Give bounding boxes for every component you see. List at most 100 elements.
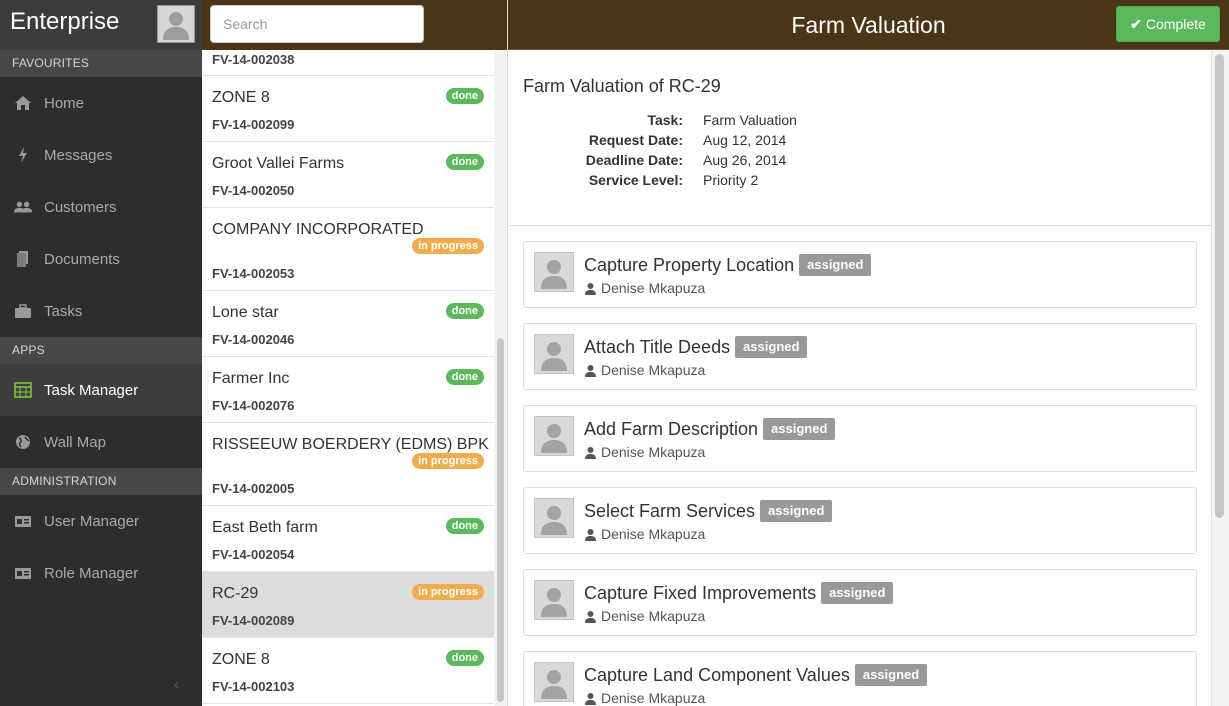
avatar (534, 252, 574, 292)
field-label-service-level: Service Level: (588, 172, 683, 188)
subtask-title-row: Capture Land Component Values assigned (584, 664, 928, 686)
brand-title: Enterprise (10, 8, 120, 35)
search-bar (202, 0, 507, 50)
subtask-card[interactable]: Capture Fixed Improvements assigned Deni… (523, 569, 1197, 636)
subtask-assignee: Denise Mkapuza (584, 362, 705, 378)
task-list[interactable]: FV-14-002038 ZONE 8 done FV-14-002099 Gr… (202, 50, 494, 706)
status-badge: done (445, 303, 484, 319)
avatar (534, 662, 574, 702)
assignee-name: Denise Mkapuza (601, 690, 706, 706)
nav-label: Customers (44, 198, 117, 216)
id-card-icon (14, 565, 32, 581)
summary-title: Farm Valuation of RC-29 (523, 76, 721, 96)
briefcase-icon (14, 303, 32, 319)
subtask-title-row: Capture Fixed Improvements assigned (584, 582, 894, 604)
list-item-selected[interactable]: RC-29 in progress FV-14-002089 (202, 572, 494, 638)
person-icon (541, 260, 567, 289)
nav-label: Tasks (44, 302, 83, 320)
user-icon (585, 610, 596, 623)
user-icon (585, 528, 596, 541)
list-item[interactable]: Farmer Inc done FV-14-002076 (202, 357, 494, 423)
list-item[interactable]: ZONE 8 done FV-14-002099 (202, 76, 494, 142)
assignee-name: Denise Mkapuza (601, 526, 706, 542)
subtask-title: Select Farm Services (584, 500, 756, 521)
list-item[interactable]: Lone star done FV-14-002046 (202, 291, 494, 357)
nav-item-user-manager[interactable]: User Manager (0, 495, 202, 547)
subtask-card[interactable]: Capture Land Component Values assigned D… (523, 651, 1197, 706)
person-icon (541, 424, 567, 453)
nav-label: Wall Map (44, 433, 106, 451)
complete-button[interactable]: ✔ Complete (1116, 6, 1220, 42)
nav-item-task-manager[interactable]: Task Manager (0, 364, 202, 416)
status-badge: assigned (821, 582, 894, 604)
nav-item-documents[interactable]: Documents (0, 233, 202, 285)
item-code: FV-14-002046 (212, 332, 295, 347)
list-item[interactable]: COMPANY INCORPORATED in progress FV-14-0… (202, 208, 494, 291)
nav-item-messages[interactable]: Messages (0, 129, 202, 181)
person-icon (541, 342, 567, 371)
subtask-card[interactable]: Attach Title Deeds assigned Denise Mkapu… (523, 323, 1197, 390)
subtask-card[interactable]: Capture Property Location assigned Denis… (523, 241, 1197, 308)
check-icon: ✔ (1130, 15, 1142, 32)
list-item[interactable]: East Beth farm done FV-14-002054 (202, 506, 494, 572)
field-value-request-date: Aug 12, 2014 (703, 132, 787, 148)
item-name: RISSEEUW BOERDERY (EDMS) BPK (212, 436, 489, 453)
task-list-pane: FV-14-002038 ZONE 8 done FV-14-002099 Gr… (202, 0, 508, 706)
nav-label: Home (44, 94, 85, 112)
list-item[interactable]: ZONE 8 done FV-14-002103 (202, 638, 494, 704)
status-badge: assigned (735, 336, 808, 358)
item-code: FV-14-002038 (212, 52, 295, 67)
nav-item-customers[interactable]: Customers (0, 181, 202, 233)
item-name: ZONE 8 (212, 651, 270, 668)
subtask-assignee: Denise Mkapuza (584, 690, 705, 706)
assignee-name: Denise Mkapuza (601, 280, 706, 296)
person-icon (163, 12, 189, 40)
nav-item-wall-map[interactable]: Wall Map (0, 416, 202, 468)
calendar-icon (14, 382, 32, 398)
id-card-icon (14, 513, 32, 529)
detail-body: Farm Valuation of RC-29 Task: Farm Valua… (508, 50, 1213, 706)
status-badge: done (445, 650, 484, 666)
complete-button-label: Complete (1145, 16, 1206, 32)
chevron-left-icon[interactable]: ‹ (174, 676, 179, 694)
nav-label: User Manager (44, 512, 140, 530)
status-badge: assigned (763, 418, 836, 440)
nav-item-home[interactable]: Home (0, 77, 202, 129)
list-item[interactable]: FV-14-002038 (202, 50, 494, 76)
subtask-title: Capture Fixed Improvements (584, 582, 817, 603)
item-code: FV-14-002099 (212, 117, 295, 132)
search-input[interactable] (210, 5, 424, 43)
subtask-assignee: Denise Mkapuza (584, 608, 705, 624)
status-badge: done (445, 88, 484, 104)
list-item[interactable]: RISSEEUW BOERDERY (EDMS) BPK in progress… (202, 423, 494, 506)
item-code: FV-14-002053 (212, 266, 295, 281)
status-badge: done (445, 518, 484, 534)
status-badge: assigned (854, 664, 928, 686)
subtask-title-row: Capture Property Location assigned (584, 254, 872, 276)
person-icon (541, 588, 567, 617)
subtask-title: Attach Title Deeds (584, 336, 731, 357)
status-badge: in progress (412, 584, 484, 600)
subtask-title-row: Attach Title Deeds assigned (584, 336, 808, 358)
detail-scrollbar-thumb[interactable] (1215, 54, 1224, 518)
user-icon (585, 692, 596, 705)
assignee-name: Denise Mkapuza (601, 608, 706, 624)
nav-label: Messages (44, 146, 113, 164)
assignee-name: Denise Mkapuza (601, 444, 706, 460)
subtask-card[interactable]: Add Farm Description assigned Denise Mka… (523, 405, 1197, 472)
nav-item-role-manager[interactable]: Role Manager (0, 547, 202, 599)
field-label-task: Task: (647, 112, 683, 128)
field-label-request-date: Request Date: (588, 132, 683, 148)
nav-label: Role Manager (44, 564, 139, 582)
brand-bar: Enterprise (0, 0, 202, 50)
avatar (534, 334, 574, 374)
list-item[interactable]: Groot Vallei Farms done FV-14-002050 (202, 142, 494, 208)
nav-item-tasks[interactable]: Tasks (0, 285, 202, 337)
nav-label: Task Manager (44, 381, 139, 399)
user-avatar[interactable] (157, 5, 195, 43)
subtask-card[interactable]: Select Farm Services assigned Denise Mka… (523, 487, 1197, 554)
item-code: FV-14-002050 (212, 183, 295, 198)
list-scrollbar-thumb[interactable] (497, 338, 504, 702)
section-header-administration: ADMINISTRATION (0, 468, 202, 495)
person-icon (541, 670, 567, 699)
